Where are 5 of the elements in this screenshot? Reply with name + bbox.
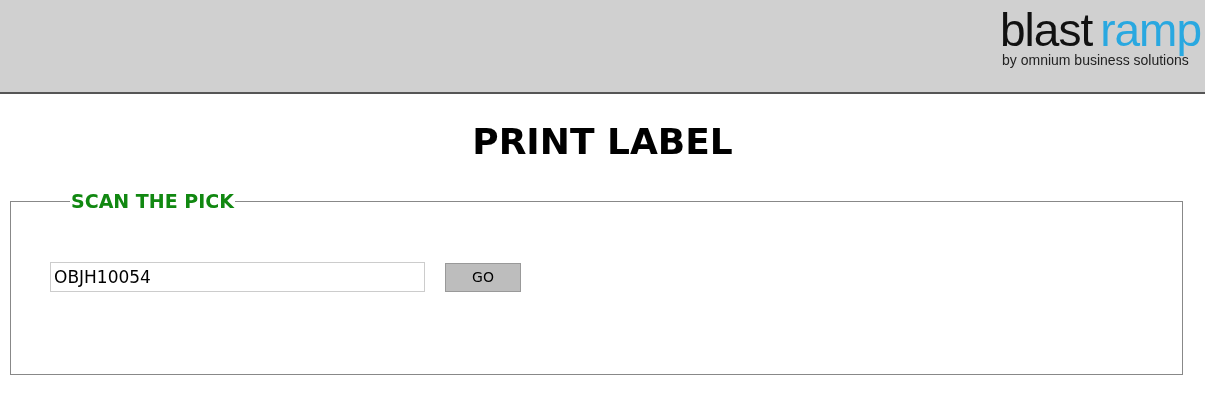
go-button[interactable]: GO bbox=[445, 262, 521, 292]
section-legend: SCAN THE PICK bbox=[70, 190, 235, 212]
pick-input-field[interactable]: OBJH10054 bbox=[50, 262, 425, 292]
page-title: PRINT LABEL bbox=[472, 120, 733, 164]
logo-text: blast bbox=[1000, 8, 1093, 52]
